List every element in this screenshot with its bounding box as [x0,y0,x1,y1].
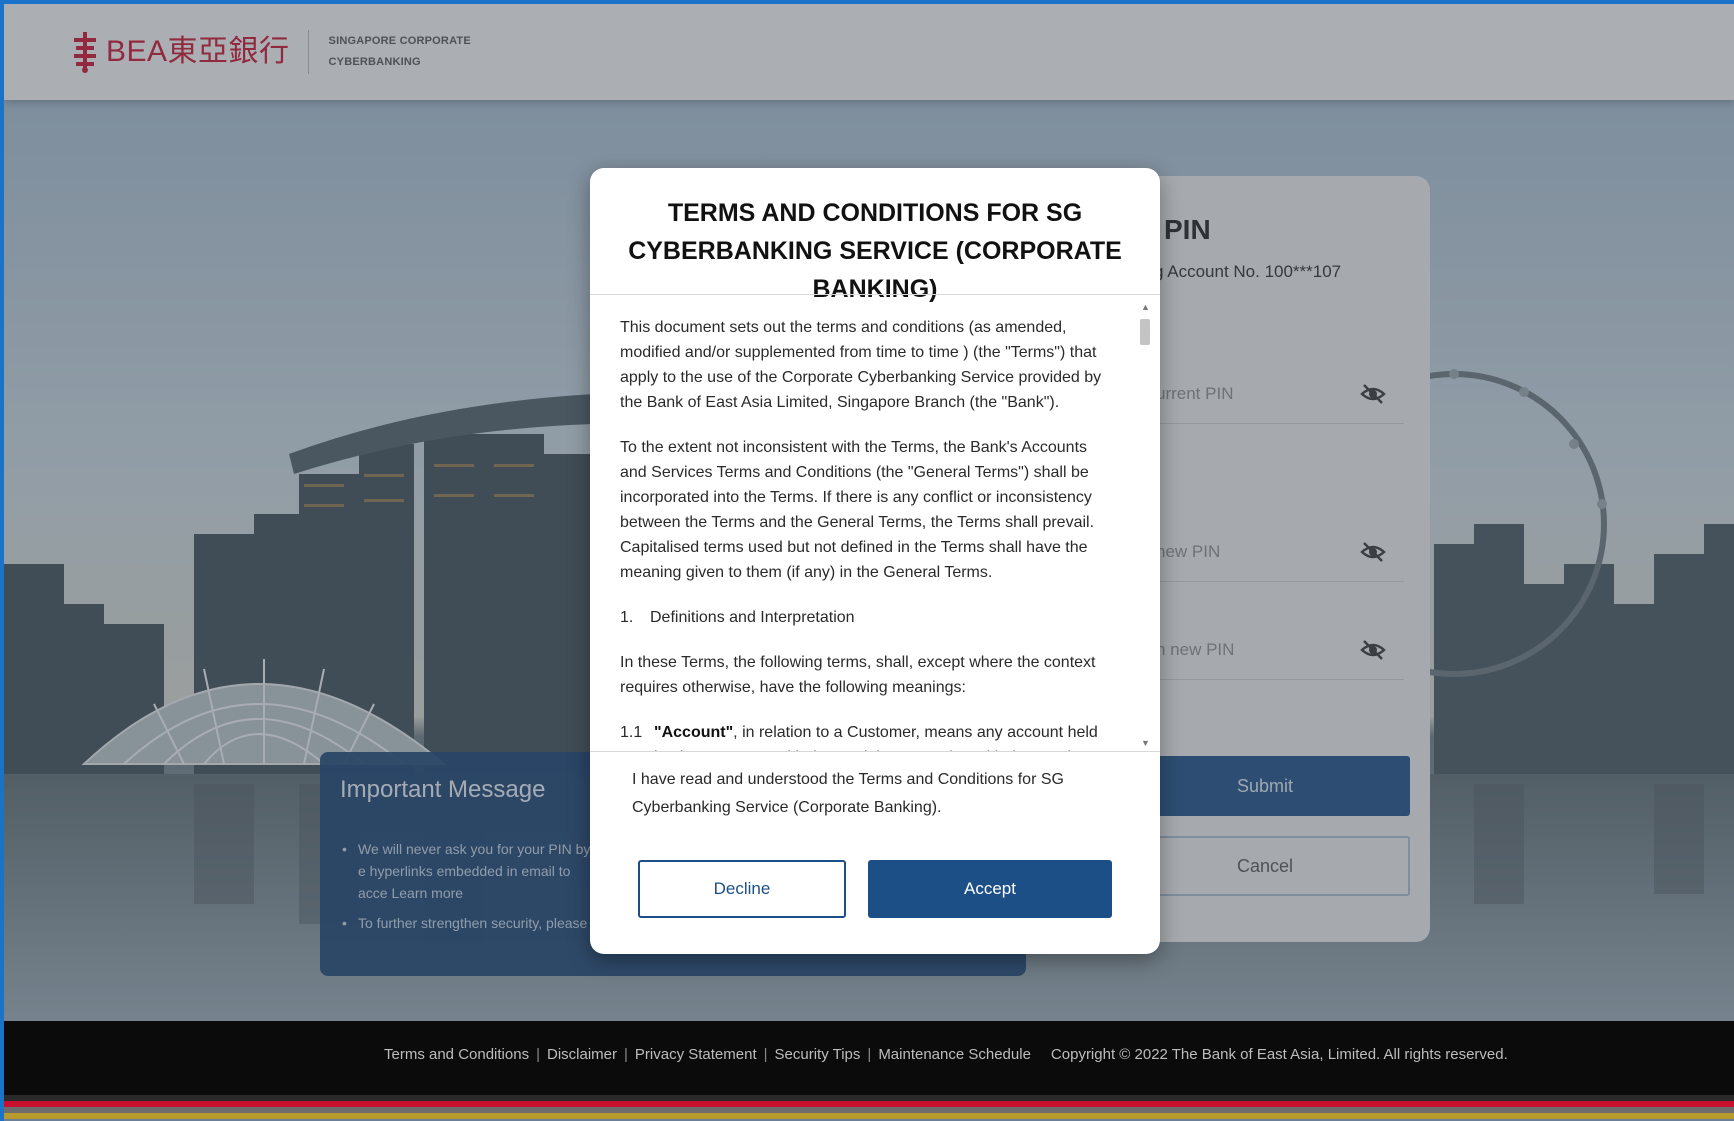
modal-divider [590,751,1160,752]
footer-link-privacy[interactable]: Privacy Statement [635,1046,757,1063]
definition-term: "Account" [654,724,734,741]
definition-item: 1.1 "Account", in relation to a Customer… [620,720,1110,751]
terms-modal: TERMS AND CONDITIONS FOR SG CYBERBANKING… [590,168,1160,954]
footer-link-security[interactable]: Security Tips [775,1046,861,1063]
footer-separator: | [867,1046,872,1063]
modal-title: TERMS AND CONDITIONS FOR SG CYBERBANKING… [628,199,1122,303]
footer-separator: | [536,1046,540,1063]
footer-separator: | [624,1046,628,1063]
browser-viewport: BEA東亞銀行 SINGAPORE CORPORATE CYBERBANKING… [4,4,1734,1121]
footer-link-disclaimer[interactable]: Disclaimer [547,1046,617,1063]
decline-button[interactable]: Decline [638,860,846,918]
acknowledgement-text: I have read and understood the Terms and… [632,771,1064,816]
terms-content: This document sets out the terms and con… [620,315,1110,751]
scrollbar[interactable]: ▲ ▼ [1138,303,1152,748]
footer-separator: | [763,1046,768,1063]
definition-number: 1.1 [620,724,643,741]
scroll-up-arrow-icon[interactable]: ▲ [1141,303,1150,312]
terms-paragraph: In these Terms, the following terms, sha… [620,654,1096,696]
scroll-thumb[interactable] [1140,319,1150,345]
site-footer: Terms and Conditions | Disclaimer | Privacy … [4,1021,1734,1095]
terms-scroll-area[interactable]: This document sets out the terms and con… [590,295,1160,751]
definition-text: "Account", in relation to a Customer, me… [654,720,1110,751]
section-heading: 1. Definitions and Interpretation [620,605,1110,630]
footer-link-maintenance[interactable]: Maintenance Schedule [878,1046,1031,1063]
scroll-down-arrow-icon[interactable]: ▼ [1141,739,1150,748]
terms-paragraph: This document sets out the terms and con… [620,319,1102,411]
section-number: 1. [620,609,634,626]
footer-links: Terms and Conditions | Disclaimer | Privacy … [384,1046,1508,1063]
copyright-text: Copyright © 2022 The Bank of East Asia, … [1050,1046,1508,1063]
footer-color-stripes [4,1095,1734,1121]
terms-paragraph: To the extent not inconsistent with the … [620,439,1095,581]
section-title: Definitions and Interpretation [650,609,855,626]
footer-link-terms[interactable]: Terms and Conditions [384,1046,529,1063]
accept-button[interactable]: Accept [868,860,1112,918]
